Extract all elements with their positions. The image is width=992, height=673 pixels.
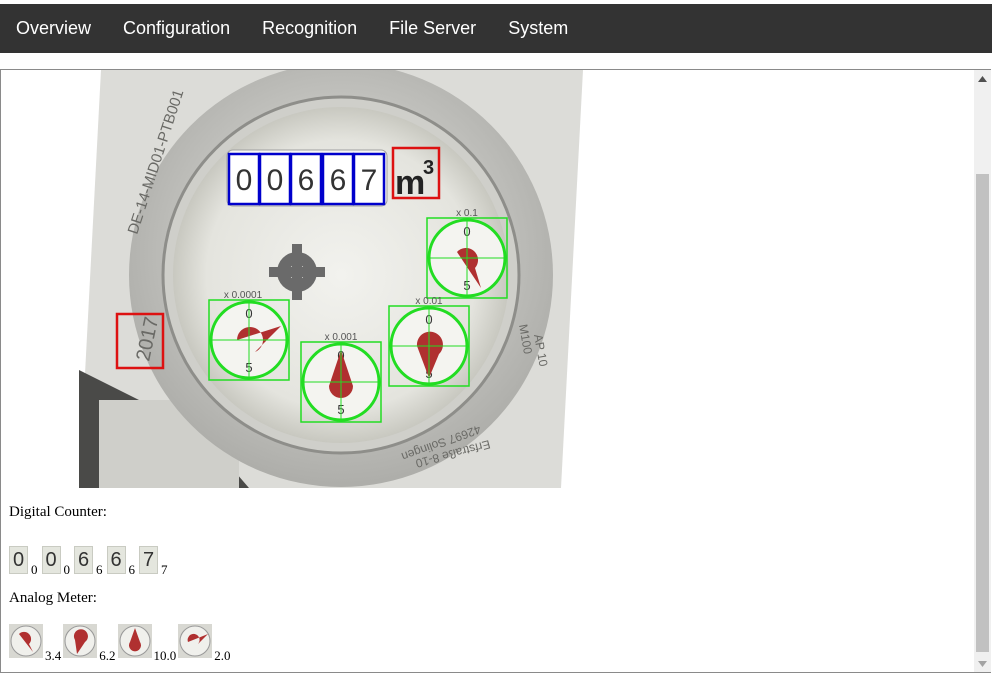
analog-result: 2.0 (178, 624, 231, 663)
analog-value: 10.0 (153, 648, 177, 663)
digit-result: 6 6 (74, 546, 103, 577)
analog-value: 3.4 (45, 648, 62, 663)
digit-result: 6 6 (106, 546, 135, 577)
dial-factor: x 0.1 (456, 208, 478, 219)
digit-value: 0 (31, 562, 38, 577)
meter-digit: 0 (236, 164, 253, 197)
digit-thumbnail: 0 (41, 546, 61, 574)
analog-result: 10.0 (117, 624, 176, 663)
analog-thumbnail (117, 624, 152, 658)
nav-system[interactable]: System (492, 4, 584, 53)
scroll-up-arrow-icon[interactable] (974, 70, 991, 87)
digital-counter-label: Digital Counter: (9, 504, 107, 520)
digit-value: 6 (96, 562, 103, 577)
meter-photo: DE-14-MID01-PTB001 42697 Solingen Erfstr… (79, 70, 583, 488)
digit-result: 7 7 (139, 546, 168, 577)
digit-value: 0 (63, 562, 71, 577)
page-content: DE-14-MID01-PTB001 42697 Solingen Erfstr… (1, 70, 976, 672)
unit-exponent: 3 (423, 157, 434, 179)
top-navbar: Overview Configuration Recognition File … (0, 4, 992, 53)
nav-recognition[interactable]: Recognition (246, 4, 373, 53)
digit-thumbnail: 7 (139, 546, 158, 574)
digit-thumbnail: 6 (74, 546, 93, 574)
analog-thumbnail (63, 624, 98, 658)
nav-configuration[interactable]: Configuration (107, 4, 246, 53)
analog-result: 6.2 (63, 624, 116, 663)
digit-value: 6 (128, 562, 136, 577)
digit-roi-group: 0 0 6 6 7 (227, 152, 386, 206)
digit-value: 7 (161, 562, 168, 577)
unit-label: m (395, 164, 425, 202)
scrollbar-thumb[interactable] (976, 174, 989, 652)
scroll-down-arrow-icon[interactable] (974, 655, 991, 672)
digit-thumbnail: 6 (106, 546, 126, 574)
analog-thumbnail (178, 624, 213, 658)
analog-value: 6.2 (99, 648, 116, 663)
digital-counter-row: 0 0 0 0 6 6 6 6 7 7 (9, 540, 172, 577)
analog-thumbnail (9, 624, 43, 658)
nav-spacer (0, 53, 992, 69)
analog-value: 2.0 (214, 648, 231, 663)
analog-result: 3.4 (9, 624, 61, 663)
meter-digit: 6 (298, 164, 315, 197)
digit-result: 0 0 (9, 546, 38, 577)
analog-meter-label: Analog Meter: (9, 590, 97, 606)
analog-meter-row: 3.4 6.2 10.0 2.0 (9, 622, 233, 663)
meter-digit: 7 (361, 164, 378, 197)
dial-factor: x 0.001 (325, 332, 358, 343)
dial-factor: x 0.0001 (224, 290, 263, 301)
dial-factor: x 0.01 (415, 296, 443, 307)
nav-overview[interactable]: Overview (0, 4, 107, 53)
meter-digit: 0 (267, 164, 284, 197)
nav-file-server[interactable]: File Server (373, 4, 492, 53)
content-frame: DE-14-MID01-PTB001 42697 Solingen Erfstr… (0, 69, 991, 673)
digit-result: 0 0 (41, 546, 70, 577)
meter-digit: 6 (330, 164, 347, 197)
digit-thumbnail: 0 (9, 546, 28, 574)
vertical-scrollbar[interactable] (974, 70, 991, 672)
